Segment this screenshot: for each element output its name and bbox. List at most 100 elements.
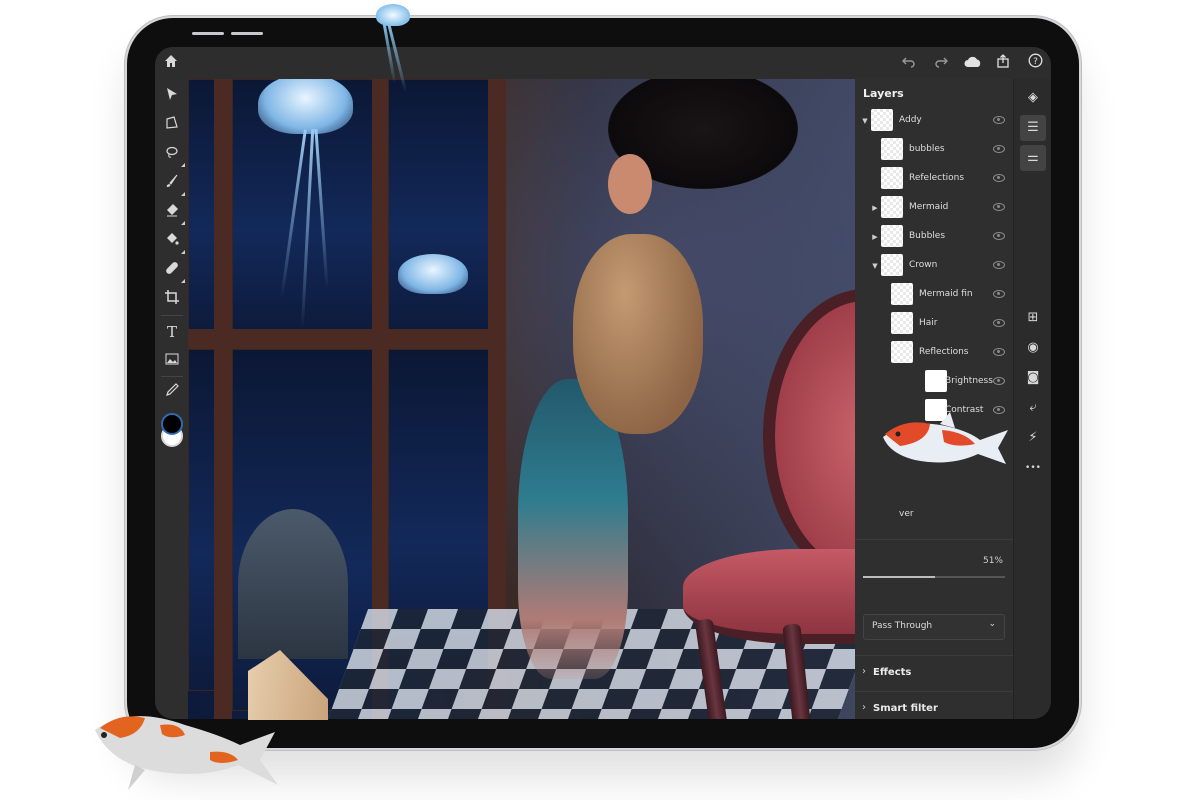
layer-thumbnail — [871, 109, 893, 131]
visibility-eye-icon[interactable] — [993, 377, 1005, 385]
visibility-eye-icon[interactable] — [993, 261, 1005, 269]
layer-properties-icon[interactable]: ⚌ — [1020, 145, 1046, 171]
layer-row[interactable]: ▼ Crown — [855, 252, 1013, 281]
move-tool-icon[interactable] — [161, 86, 183, 108]
layer-name-partial: ver — [899, 509, 914, 519]
opacity-slider[interactable] — [863, 576, 1005, 578]
more-icon[interactable]: ••• — [1020, 455, 1046, 481]
girl — [608, 154, 652, 214]
blend-mode-value: Pass Through — [872, 621, 933, 631]
help-icon[interactable]: ? — [1025, 53, 1045, 73]
chevron-right-icon: › — [862, 702, 866, 713]
layer-name: Addy — [899, 115, 922, 125]
layer-row[interactable]: ▶ Bubbles — [855, 223, 1013, 252]
tool-bar: T — [155, 79, 189, 719]
opacity-value: 51% — [982, 556, 1003, 566]
selection-tool-icon[interactable] — [161, 115, 183, 137]
volume-button — [231, 32, 263, 35]
layer-name: Mermaid fin — [919, 289, 973, 299]
smart-filter-label: Smart filter — [873, 703, 938, 714]
app-screen: ? T Layers ▼ Addy bubbles Refelections ▶… — [155, 47, 1051, 719]
layer-row[interactable]: Hair — [855, 310, 1013, 339]
visibility-icon[interactable]: ◉ — [1020, 335, 1046, 361]
layer-details-icon[interactable]: ☰ — [1020, 115, 1046, 141]
blend-mode-dropdown[interactable]: Pass Through ⌄ — [863, 614, 1005, 640]
toolbar-divider — [161, 315, 183, 316]
crop-tool-icon[interactable] — [161, 289, 183, 311]
brush-tool-icon[interactable] — [161, 173, 185, 196]
collapse-arrow-icon[interactable]: ▼ — [861, 116, 869, 126]
expand-arrow-icon[interactable]: ▶ — [871, 203, 879, 213]
place-image-tool-icon[interactable] — [161, 350, 183, 372]
layer-thumbnail — [891, 283, 913, 305]
visibility-eye-icon[interactable] — [993, 145, 1005, 153]
visibility-eye-icon[interactable] — [993, 319, 1005, 327]
teddy-bear — [573, 234, 703, 434]
layer-thumbnail — [891, 312, 913, 334]
toolbar-divider — [161, 376, 183, 377]
layer-thumbnail — [925, 370, 947, 392]
undo-icon[interactable] — [899, 53, 919, 73]
mask-icon[interactable]: ◙ — [1020, 365, 1046, 391]
top-bar: ? — [155, 47, 1051, 79]
eyedropper-tool-icon[interactable] — [161, 382, 183, 404]
chair — [763, 289, 855, 583]
layer-thumbnail — [891, 341, 913, 363]
fill-tool-icon[interactable] — [161, 231, 185, 254]
koi-fish-left — [95, 716, 278, 790]
floating-jellyfish — [372, 4, 414, 94]
visibility-eye-icon[interactable] — [993, 174, 1005, 182]
visibility-eye-icon[interactable] — [993, 290, 1005, 298]
layer-row[interactable]: Brightness — [855, 368, 1013, 397]
layer-name: Mermaid — [909, 202, 949, 212]
effects-label: Effects — [873, 667, 912, 678]
redo-icon[interactable] — [931, 53, 951, 73]
layers-panel: Layers ▼ Addy bubbles Refelections ▶ Mermaid ▶… — [855, 79, 1013, 719]
lasso-tool-icon[interactable] — [161, 144, 185, 167]
volume-button — [192, 32, 224, 35]
layer-row[interactable]: bubbles — [855, 136, 1013, 165]
layer-thumbnail — [881, 196, 903, 218]
collapse-arrow-icon[interactable]: ▼ — [871, 261, 879, 271]
layer-row[interactable]: Reflections — [855, 339, 1013, 368]
right-rail: ◈ ☰ ⚌ ⊞ ◉ ◙ ⤶ ⚡ ••• — [1013, 79, 1051, 719]
type-tool-icon[interactable]: T — [161, 321, 183, 343]
share-icon[interactable] — [993, 53, 1013, 73]
layer-thumbnail — [881, 254, 903, 276]
layer-name: Refelections — [909, 173, 965, 183]
layer-thumbnail — [881, 138, 903, 160]
layers-icon[interactable]: ◈ — [1020, 85, 1046, 111]
adjustment-icon[interactable]: ⚡ — [1020, 425, 1046, 451]
layer-row[interactable]: ▶ Mermaid — [855, 194, 1013, 223]
svg-text:?: ? — [1033, 57, 1038, 67]
expand-arrow-icon[interactable]: ▶ — [871, 232, 879, 242]
layer-row[interactable]: Refelections — [855, 165, 1013, 194]
layer-name: Reflections — [919, 347, 969, 357]
layer-name: bubbles — [909, 144, 945, 154]
effects-section[interactable]: › Effects — [855, 655, 1013, 692]
cloud-icon[interactable] — [963, 53, 983, 73]
eraser-tool-icon[interactable] — [161, 202, 185, 225]
smart-filter-section[interactable]: › Smart filter — [855, 691, 1013, 719]
opacity-row: 51% — [855, 539, 1013, 600]
add-layer-icon[interactable]: ⊞ — [1020, 305, 1046, 331]
layer-row[interactable]: ▼ Addy — [855, 107, 1013, 136]
dome-building — [238, 509, 348, 659]
visibility-eye-icon[interactable] — [993, 348, 1005, 356]
document-canvas[interactable] — [188, 79, 855, 719]
layer-row[interactable]: Mermaid fin — [855, 281, 1013, 310]
home-icon[interactable] — [161, 53, 181, 73]
layer-name: Crown — [909, 260, 938, 270]
layer-name: Bubbles — [909, 231, 946, 241]
visibility-eye-icon[interactable] — [993, 203, 1005, 211]
visibility-eye-icon[interactable] — [993, 116, 1005, 124]
opacity-slider-fill — [863, 576, 936, 578]
layer-thumbnail — [881, 167, 903, 189]
foreground-color-swatch[interactable] — [161, 413, 183, 435]
clip-icon[interactable]: ⤶ — [1020, 395, 1046, 421]
visibility-eye-icon[interactable] — [993, 232, 1005, 240]
color-swatches[interactable] — [161, 413, 187, 447]
koi-fish-right — [883, 412, 1008, 464]
healing-tool-icon[interactable] — [161, 260, 185, 283]
layer-thumbnail — [881, 225, 903, 247]
